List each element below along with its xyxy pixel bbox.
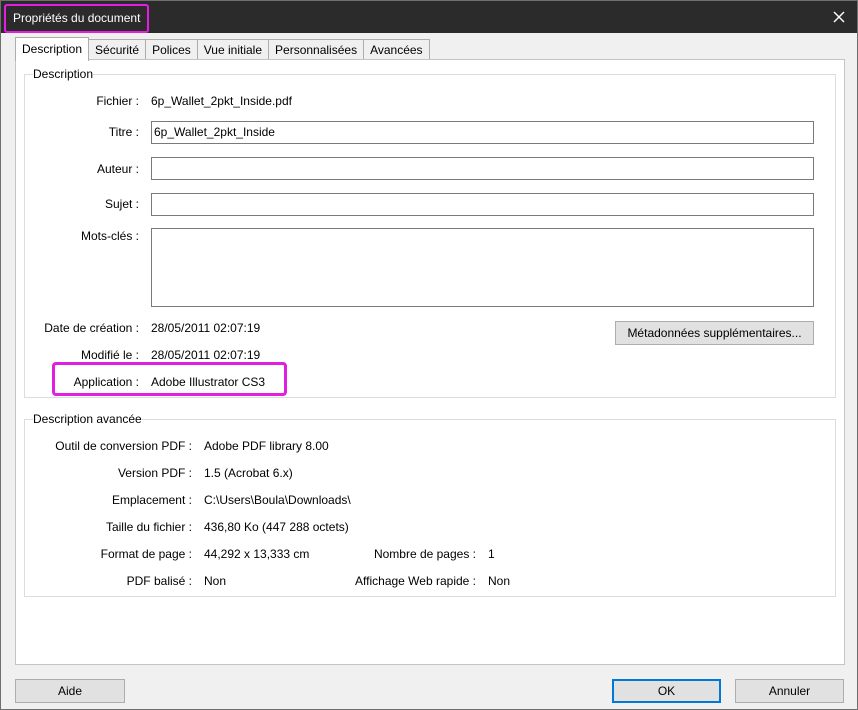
file-label: Fichier : [96, 94, 139, 108]
tab-custom[interactable]: Personnalisées [268, 39, 365, 60]
subject-field[interactable] [151, 193, 814, 216]
description-legend: Description [33, 67, 94, 81]
cancel-button[interactable]: Annuler [735, 679, 844, 703]
tab-fonts[interactable]: Polices [145, 39, 198, 60]
author-field[interactable] [151, 157, 814, 180]
file-size-value: 436,80 Ko (447 288 octets) [204, 520, 349, 534]
pdf-version-value: 1.5 (Acrobat 6.x) [204, 466, 293, 480]
subject-label: Sujet : [104, 197, 139, 211]
created-value: 28/05/2011 02:07:19 [151, 321, 261, 335]
tagged-pdf-value: Non [204, 574, 227, 588]
tab-security[interactable]: Sécurité [88, 39, 147, 60]
close-icon[interactable] [827, 5, 851, 29]
help-button[interactable]: Aide [15, 679, 125, 703]
tab-strip: Description Sécurité Polices Vue initial… [15, 37, 430, 61]
window-title: Propriétés du document [4, 4, 150, 33]
tab-initial-view[interactable]: Vue initiale [196, 39, 270, 60]
producer-label: Outil de conversion PDF : [55, 439, 192, 453]
tab-advanced[interactable]: Avancées [363, 39, 430, 60]
document-properties-dialog: Propriétés du document Description Sécur… [0, 0, 858, 710]
page-format-label: Format de page : [100, 547, 192, 561]
producer-value: Adobe PDF library 8.00 [204, 439, 329, 453]
ok-button[interactable]: OK [612, 679, 721, 703]
page-count-value: 1 [488, 547, 495, 561]
application-highlight [52, 362, 287, 396]
title-label: Titre : [108, 125, 139, 139]
location-value: C:\Users\Boula\Downloads\ [204, 493, 351, 507]
page-format-value: 44,292 x 13,333 cm [204, 547, 310, 561]
author-label: Auteur : [96, 162, 139, 176]
created-label: Date de création : [44, 321, 139, 335]
advanced-legend: Description avancée [33, 412, 142, 426]
modified-value: 28/05/2011 02:07:19 [151, 348, 261, 362]
modified-label: Modifié le : [80, 348, 139, 362]
file-size-label: Taille du fichier : [105, 520, 192, 534]
description-group: Description Fichier : 6p_Wallet_2pkt_Ins… [24, 67, 836, 398]
keywords-field[interactable] [151, 228, 814, 307]
fast-web-view-value: Non [488, 574, 511, 588]
tagged-pdf-label: PDF balisé : [126, 574, 192, 588]
location-label: Emplacement : [111, 493, 192, 507]
tab-description[interactable]: Description [15, 37, 90, 61]
file-value: 6p_Wallet_2pkt_Inside.pdf [151, 94, 292, 108]
pdf-version-label: Version PDF : [117, 466, 192, 480]
title-field[interactable]: 6p_Wallet_2pkt_Inside [151, 121, 814, 144]
fast-web-view-label: Affichage Web rapide : [355, 574, 476, 588]
advanced-description-group: Description avancée Outil de conversion … [24, 412, 836, 597]
more-metadata-button[interactable]: Métadonnées supplémentaires... [615, 321, 814, 345]
title-bar: Propriétés du document [1, 1, 857, 33]
keywords-label: Mots-clés : [80, 229, 139, 243]
page-count-label: Nombre de pages : [373, 547, 476, 561]
